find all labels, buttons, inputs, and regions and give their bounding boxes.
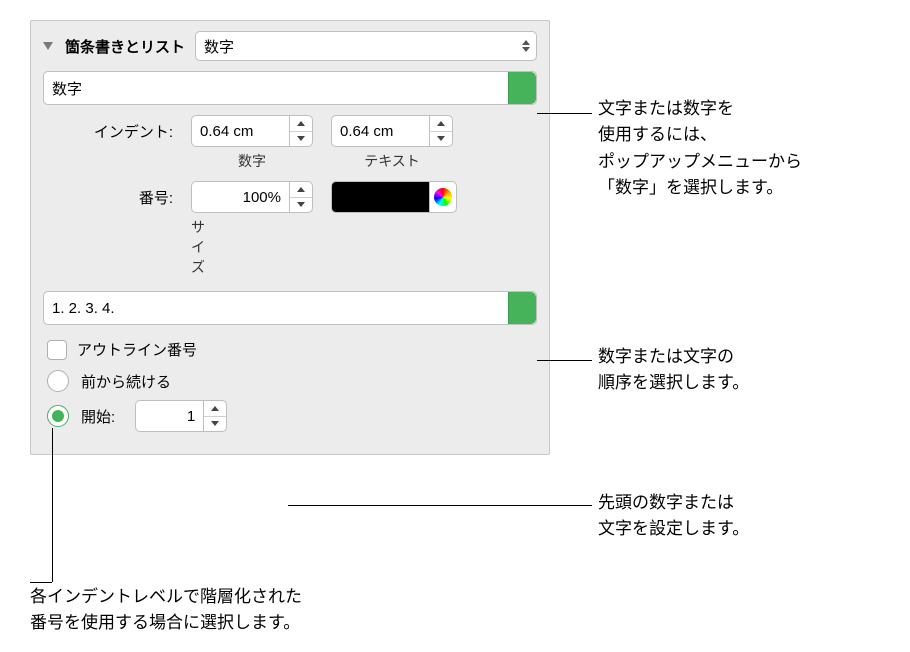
size-input[interactable] [191, 181, 289, 213]
popup-arrows-icon [508, 72, 536, 104]
list-style-value: 数字 [204, 36, 234, 57]
callout-line [537, 113, 592, 114]
start-radio-label: 開始: [81, 406, 115, 427]
callout-line [537, 360, 592, 361]
updown-icon [522, 40, 530, 52]
disclosure-triangle-icon[interactable] [43, 42, 53, 50]
continue-radio[interactable] [47, 370, 69, 392]
callout-line [288, 505, 592, 506]
callout-outline: 各インデントレベルで階層化された 番号を使用する場合に選択します。 [30, 584, 302, 637]
outline-number-checkbox[interactable] [47, 340, 67, 360]
section-title: 箇条書きとリスト [65, 36, 185, 57]
start-stepper[interactable] [203, 400, 227, 432]
callout-line [52, 428, 53, 582]
number-indent-field [191, 115, 313, 147]
continue-radio-label: 前から続ける [81, 371, 171, 392]
start-radio-row[interactable]: 開始: [47, 400, 537, 432]
number-format-value: 1. 2. 3. 4. [52, 300, 115, 317]
color-wheel-icon [434, 188, 452, 206]
text-indent-sublabel: テキスト [331, 151, 453, 171]
callout-type: 文字または数字を 使用するには、 ポップアップメニューから 「数字」を選択します… [598, 96, 802, 201]
number-indent-sublabel: 数字 [191, 151, 313, 171]
size-stepper[interactable] [289, 181, 313, 213]
text-indent-field [331, 115, 453, 147]
color-field [331, 181, 457, 213]
list-style-popup[interactable]: 数字 [195, 31, 537, 61]
callout-start: 先頭の数字または 文字を設定します。 [598, 490, 749, 543]
popup-arrows-icon [508, 292, 536, 324]
text-indent-stepper[interactable] [429, 115, 453, 147]
indent-label: インデント: [73, 121, 173, 142]
size-field [191, 181, 313, 213]
number-format-popup[interactable]: 1. 2. 3. 4. [43, 291, 537, 325]
color-picker-button[interactable] [429, 181, 457, 213]
callout-line [30, 582, 52, 583]
start-field [135, 400, 227, 432]
text-indent-input[interactable] [331, 115, 429, 147]
bullet-type-popup[interactable]: 数字 [43, 71, 537, 105]
callout-order: 数字または文字の 順序を選択します。 [598, 344, 749, 397]
start-radio[interactable] [47, 405, 69, 427]
number-label: 番号: [73, 187, 173, 208]
continue-radio-row[interactable]: 前から続ける [47, 370, 537, 392]
bullet-type-value: 数字 [52, 78, 82, 99]
outline-number-label: アウトライン番号 [77, 339, 197, 360]
section-header: 箇条書きとリスト 数字 [43, 31, 537, 61]
number-indent-input[interactable] [191, 115, 289, 147]
number-indent-stepper[interactable] [289, 115, 313, 147]
bullets-lists-panel: 箇条書きとリスト 数字 数字 インデント: [30, 20, 550, 455]
color-swatch[interactable] [331, 181, 429, 213]
start-input[interactable] [135, 400, 203, 432]
size-sublabel: サイズ [43, 217, 191, 277]
outline-number-row: アウトライン番号 [47, 339, 537, 360]
